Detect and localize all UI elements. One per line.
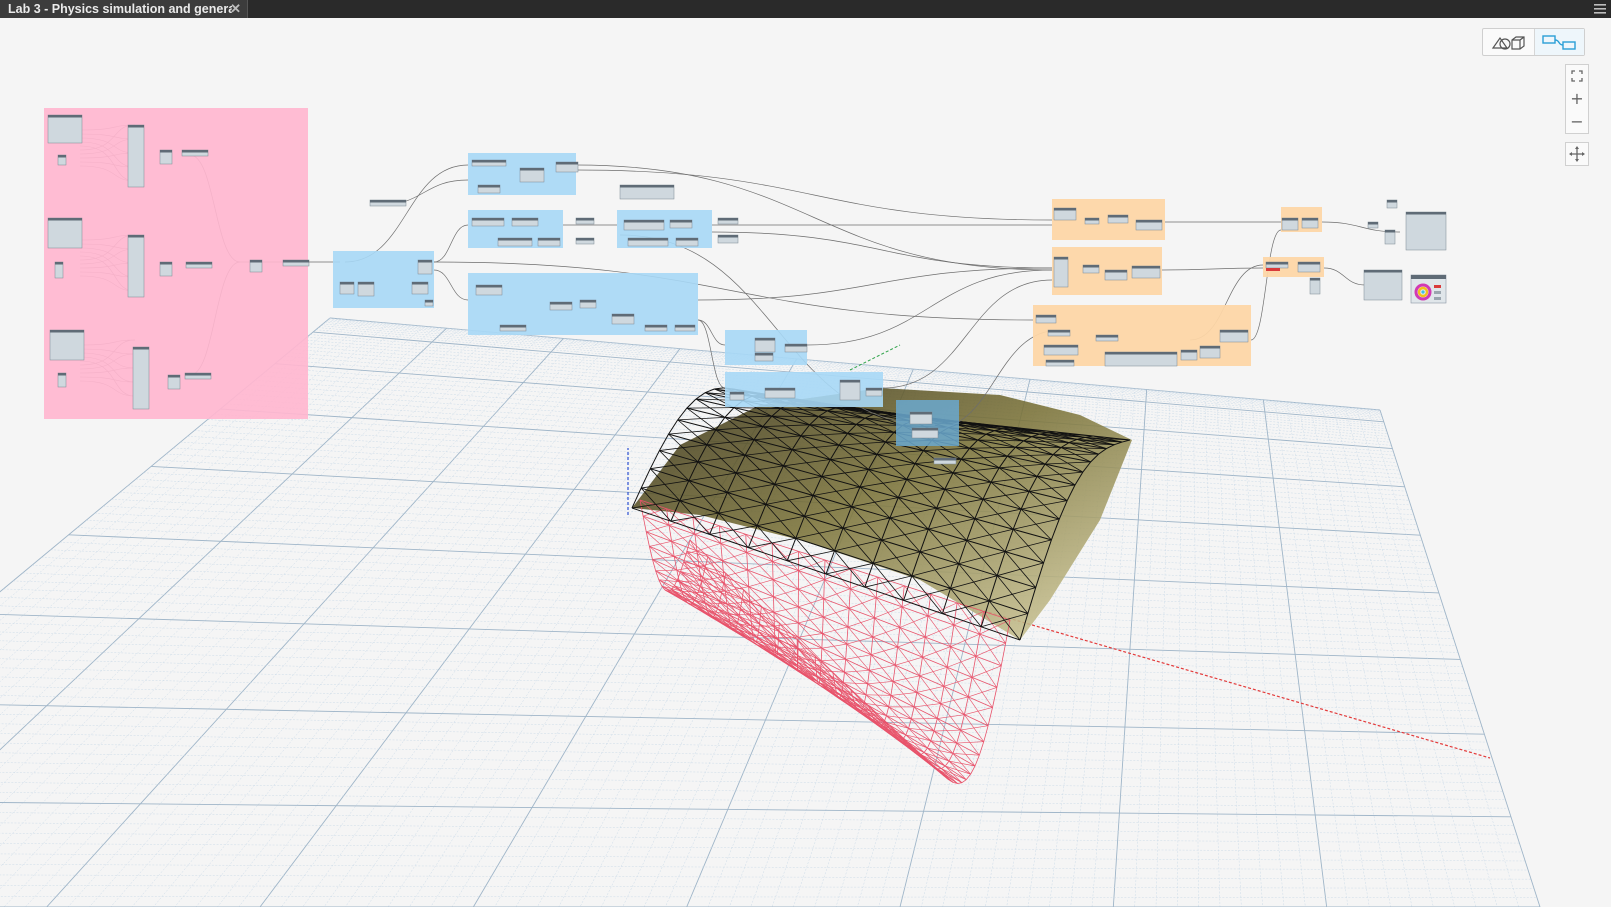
color-range-node[interactable]	[1410, 274, 1447, 304]
menu-icon[interactable]	[1593, 2, 1607, 16]
zoom-controls: + −	[1565, 64, 1589, 134]
graph-view-icon	[1542, 35, 1576, 50]
pan-icon	[1569, 146, 1585, 162]
tab-close-icon[interactable]: ✕	[230, 0, 241, 18]
document-tab[interactable]: Lab 3 - Physics simulation and generati …	[0, 0, 248, 18]
group-block-1[interactable]	[333, 251, 434, 308]
workspace-canvas[interactable]	[0, 18, 1611, 907]
document-tab-bar: Lab 3 - Physics simulation and generati …	[0, 0, 1611, 19]
tab-title: Lab 3 - Physics simulation and generati	[8, 2, 232, 16]
fit-view-icon	[1571, 70, 1583, 82]
input-group[interactable]	[44, 108, 308, 419]
view-mode-toggle	[1482, 28, 1585, 56]
graph-view-button[interactable]	[1535, 29, 1584, 55]
fit-view-button[interactable]	[1566, 65, 1588, 87]
zoom-in-button[interactable]: +	[1566, 88, 1588, 110]
geometry-view-button[interactable]	[1483, 29, 1535, 55]
zoom-out-button[interactable]: −	[1566, 111, 1588, 133]
pan-button[interactable]	[1565, 142, 1589, 166]
geometry-view-icon	[1491, 36, 1525, 50]
